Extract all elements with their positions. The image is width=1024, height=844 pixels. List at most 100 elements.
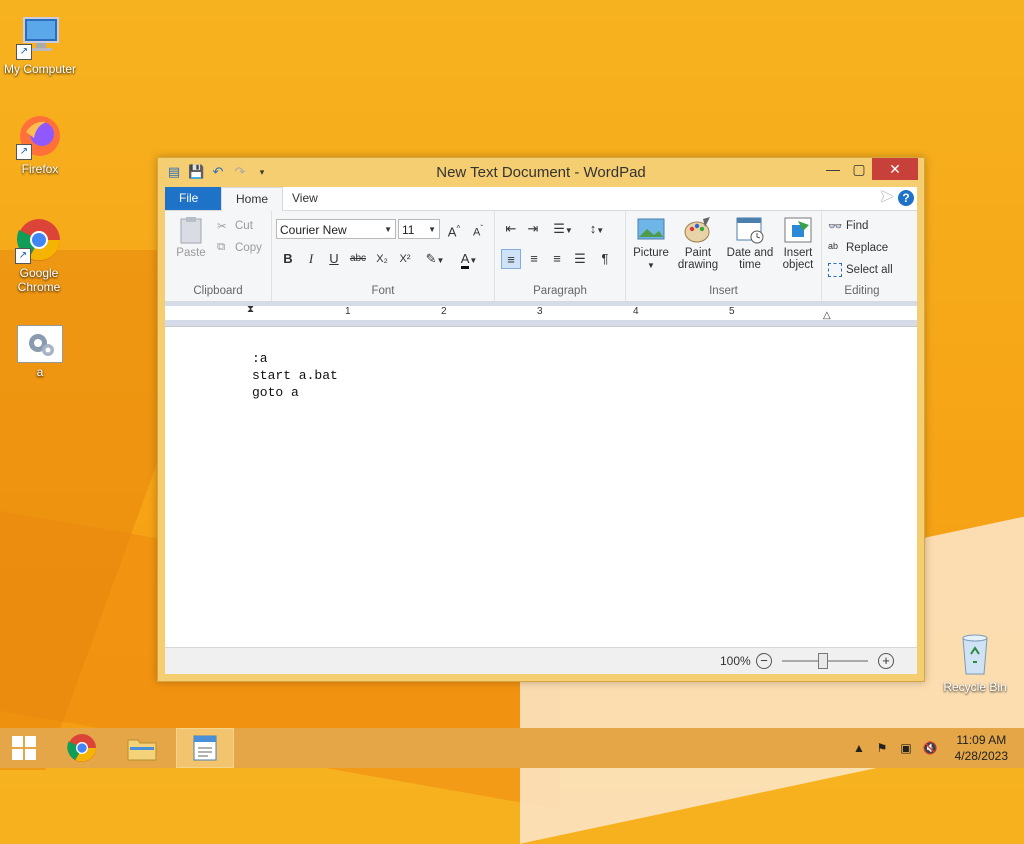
ruler-number: 1 (345, 306, 351, 317)
ruler-number: 3 (537, 306, 543, 317)
zoom-out-button[interactable]: − (756, 653, 772, 669)
desktop-icon-my-computer[interactable]: ↗ My Computer (0, 12, 80, 76)
shortcut-arrow-icon: ↗ (16, 44, 32, 60)
desktop-icon-label: Firefox (21, 162, 59, 176)
computer-icon: ↗ (16, 12, 64, 60)
document-line: :a (252, 351, 268, 366)
zoom-in-button[interactable]: + (878, 653, 894, 669)
taskbar-clock[interactable]: 11:09 AM 4/28/2023 (955, 732, 1008, 764)
grow-font-icon[interactable]: A^ (444, 219, 464, 239)
group-paragraph: ⇤ ⇥ ☰▼ ↕▼ ≡ ≡ ≡ ☰ ¶ Paragraph (495, 211, 626, 301)
paint-drawing-button[interactable]: Paint drawing (674, 215, 722, 271)
group-label-editing: Editing (844, 285, 880, 297)
insert-object-button[interactable]: Insert object (776, 215, 820, 271)
indent-marker-icon[interactable]: ⧗ (247, 304, 254, 315)
ribbon-tabs: File Home View ? (165, 187, 917, 212)
volume-muted-icon[interactable]: 🔇 (922, 740, 938, 756)
select-all-button[interactable]: Select all (828, 263, 893, 277)
firefox-icon: ↗ (16, 112, 64, 160)
title-bar[interactable]: ▤ 💾 ↶ ↷ ▾ New Text Document - WordPad — … (158, 158, 924, 187)
paragraph-settings-icon[interactable]: ¶ (595, 249, 615, 269)
strikethrough-button[interactable]: abc (347, 249, 369, 269)
maximize-button[interactable]: ▢ (844, 158, 874, 180)
group-label-font: Font (371, 285, 395, 297)
desktop-icon-a-bat[interactable]: a (0, 325, 80, 379)
mouse-cursor-icon: ➤ (879, 186, 895, 206)
tab-home[interactable]: Home (221, 187, 284, 212)
tab-file[interactable]: File (165, 187, 221, 210)
action-center-flag-icon[interactable]: ⚑ (874, 740, 890, 756)
shortcut-arrow-icon: ↗ (15, 248, 31, 264)
picture-button[interactable]: Picture ▼ (630, 215, 672, 271)
wordpad-icon (193, 735, 217, 761)
chevron-down-icon: ▼ (469, 256, 478, 265)
bold-button[interactable]: B (278, 249, 298, 269)
superscript-button[interactable]: X² (395, 249, 415, 269)
help-icon[interactable]: ? (898, 190, 914, 206)
font-family-select[interactable]: Courier New ▼ (276, 219, 396, 239)
chrome-icon: ↗ (15, 216, 63, 264)
network-icon[interactable]: ▣ (898, 740, 914, 756)
calendar-clock-icon (735, 215, 765, 245)
binoculars-icon: 👓 (828, 221, 843, 233)
cut-button[interactable]: ✂ Cut (217, 219, 253, 233)
group-font: Courier New ▼ 11 ▼ A^ Aˇ B I U abc X₂ X² ✎… (272, 211, 495, 301)
date-time-button[interactable]: Date and time (724, 215, 776, 271)
group-label-insert: Insert (709, 285, 738, 297)
chevron-down-icon: ▼ (647, 261, 655, 270)
group-insert: Picture ▼ Paint drawing Date and time Inser… (626, 211, 822, 301)
group-label-paragraph: Paragraph (533, 285, 587, 297)
scissors-icon: ✂ (217, 221, 227, 233)
desktop-icon-chrome[interactable]: ↗ Google Chrome (0, 216, 78, 294)
desktop-icon-label: My Computer (3, 62, 77, 76)
align-left-icon[interactable]: ≡ (501, 249, 521, 269)
document-area[interactable]: :a start a.bat goto a (165, 334, 917, 648)
windows-logo-icon (12, 736, 36, 760)
paste-label: Paste (176, 247, 206, 259)
taskbar-file-explorer[interactable] (114, 728, 170, 768)
group-label-clipboard: Clipboard (193, 285, 243, 297)
align-center-icon[interactable]: ≡ (524, 249, 544, 269)
copy-button[interactable]: ⧉ Copy (217, 241, 262, 255)
decrease-indent-icon[interactable]: ⇤ (501, 219, 521, 239)
document-line: start a.bat (252, 368, 338, 383)
taskbar-chrome[interactable] (54, 728, 110, 768)
ruler[interactable]: 1 2 3 4 5 ⧗ △ (165, 302, 917, 327)
ribbon: Paste ✂ Cut ⧉ Copy Clipboard Courier New ▼ … (165, 211, 917, 302)
select-all-icon (828, 263, 842, 277)
clock-date: 4/28/2023 (954, 749, 1008, 763)
picture-icon (636, 215, 666, 245)
increase-indent-icon[interactable]: ⇥ (523, 219, 543, 239)
right-indent-marker-icon[interactable]: △ (823, 310, 831, 321)
replace-button[interactable]: ab Replace (828, 241, 888, 255)
taskbar-wordpad[interactable] (176, 728, 234, 768)
show-hidden-icons-icon[interactable]: ▲ (851, 740, 867, 756)
find-button[interactable]: 👓 Find (828, 219, 868, 233)
zoom-level: 100% (720, 654, 751, 668)
line-spacing-icon[interactable]: ↕▼ (583, 219, 611, 239)
font-size-select[interactable]: 11 ▼ (398, 219, 440, 239)
zoom-slider-thumb[interactable] (818, 653, 828, 669)
paint-palette-icon (683, 215, 713, 245)
recycle-bin-icon (951, 630, 999, 678)
taskbar: ▲ ⚑ ▣ 🔇 11:09 AM 4/28/2023 (0, 728, 1024, 768)
align-right-icon[interactable]: ≡ (547, 249, 567, 269)
underline-button[interactable]: U (324, 249, 344, 269)
paste-button[interactable]: Paste (175, 215, 207, 259)
shrink-font-icon[interactable]: Aˇ (468, 219, 488, 239)
desktop-icon-label: a (36, 365, 44, 379)
highlight-color-button[interactable]: ✎▼ (420, 249, 450, 269)
ruler-number: 5 (729, 306, 735, 317)
status-bar: 100% − + (165, 647, 917, 674)
desktop-icon-recycle-bin[interactable]: Recycle Bin (935, 630, 1015, 694)
clock-time: 11:09 AM (956, 733, 1007, 747)
start-button[interactable] (0, 728, 48, 768)
justify-icon[interactable]: ☰ (570, 249, 590, 269)
italic-button[interactable]: I (301, 249, 321, 269)
subscript-button[interactable]: X₂ (372, 249, 392, 269)
bullets-icon[interactable]: ☰▼ (549, 219, 577, 239)
close-button[interactable]: ✕ (872, 158, 918, 180)
tab-view[interactable]: View (278, 187, 332, 210)
desktop-icon-firefox[interactable]: ↗ Firefox (0, 112, 80, 176)
text-color-button[interactable]: A▼ (454, 249, 484, 269)
